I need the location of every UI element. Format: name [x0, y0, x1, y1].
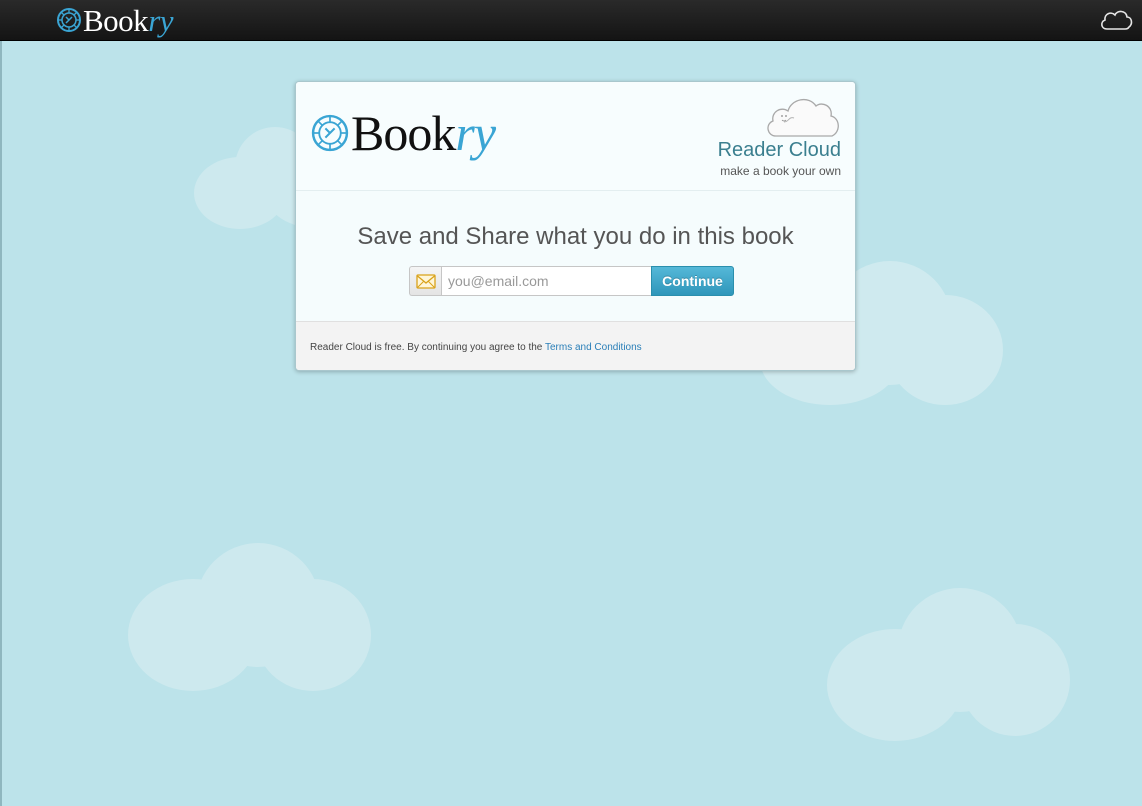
logo-book-text: Book [351, 105, 456, 161]
terms-link[interactable]: Terms and Conditions [545, 342, 642, 353]
logo-book-text: Book [83, 2, 149, 38]
email-input[interactable] [441, 266, 651, 296]
envelope-icon [415, 274, 436, 289]
top-logo[interactable]: Bookry [56, 2, 174, 38]
card-logo-text: Bookry [351, 105, 496, 161]
reader-cloud-title: Reader Cloud [717, 139, 841, 161]
top-logo-text: Bookry [83, 2, 174, 38]
footer-note: Reader Cloud is free. By continuing you … [310, 342, 545, 353]
card-footer: Reader Cloud is free. By continuing you … [296, 321, 855, 370]
page-headline: Save and Share what you do in this book [357, 223, 794, 250]
email-form: Continue [409, 266, 734, 296]
bookry-sun-icon [57, 8, 81, 32]
signup-card: Bookry Reader Cloud make a book your own… [295, 81, 856, 371]
logo-ry-text: ry [455, 105, 496, 161]
card-main: Save and Share what you do in this book … [296, 191, 855, 321]
bookry-sun-icon [311, 114, 349, 152]
logo-ry-text: ry [148, 2, 174, 38]
footer-text: Reader Cloud is free. By continuing you … [310, 342, 642, 353]
continue-button[interactable]: Continue [651, 266, 734, 296]
card-logo: Bookry [310, 105, 496, 161]
cloud-icon[interactable] [1098, 7, 1134, 33]
background-cloud-3 [128, 543, 371, 691]
top-bar: Bookry [0, 0, 1142, 41]
background-cloud-4 [827, 588, 1070, 741]
reader-cloud-subtitle: make a book your own [720, 164, 841, 178]
reader-cloud-icon [767, 98, 839, 137]
email-icon-box [409, 266, 441, 296]
card-header: Bookry Reader Cloud make a book your own [296, 82, 855, 191]
window-edge [0, 40, 2, 806]
